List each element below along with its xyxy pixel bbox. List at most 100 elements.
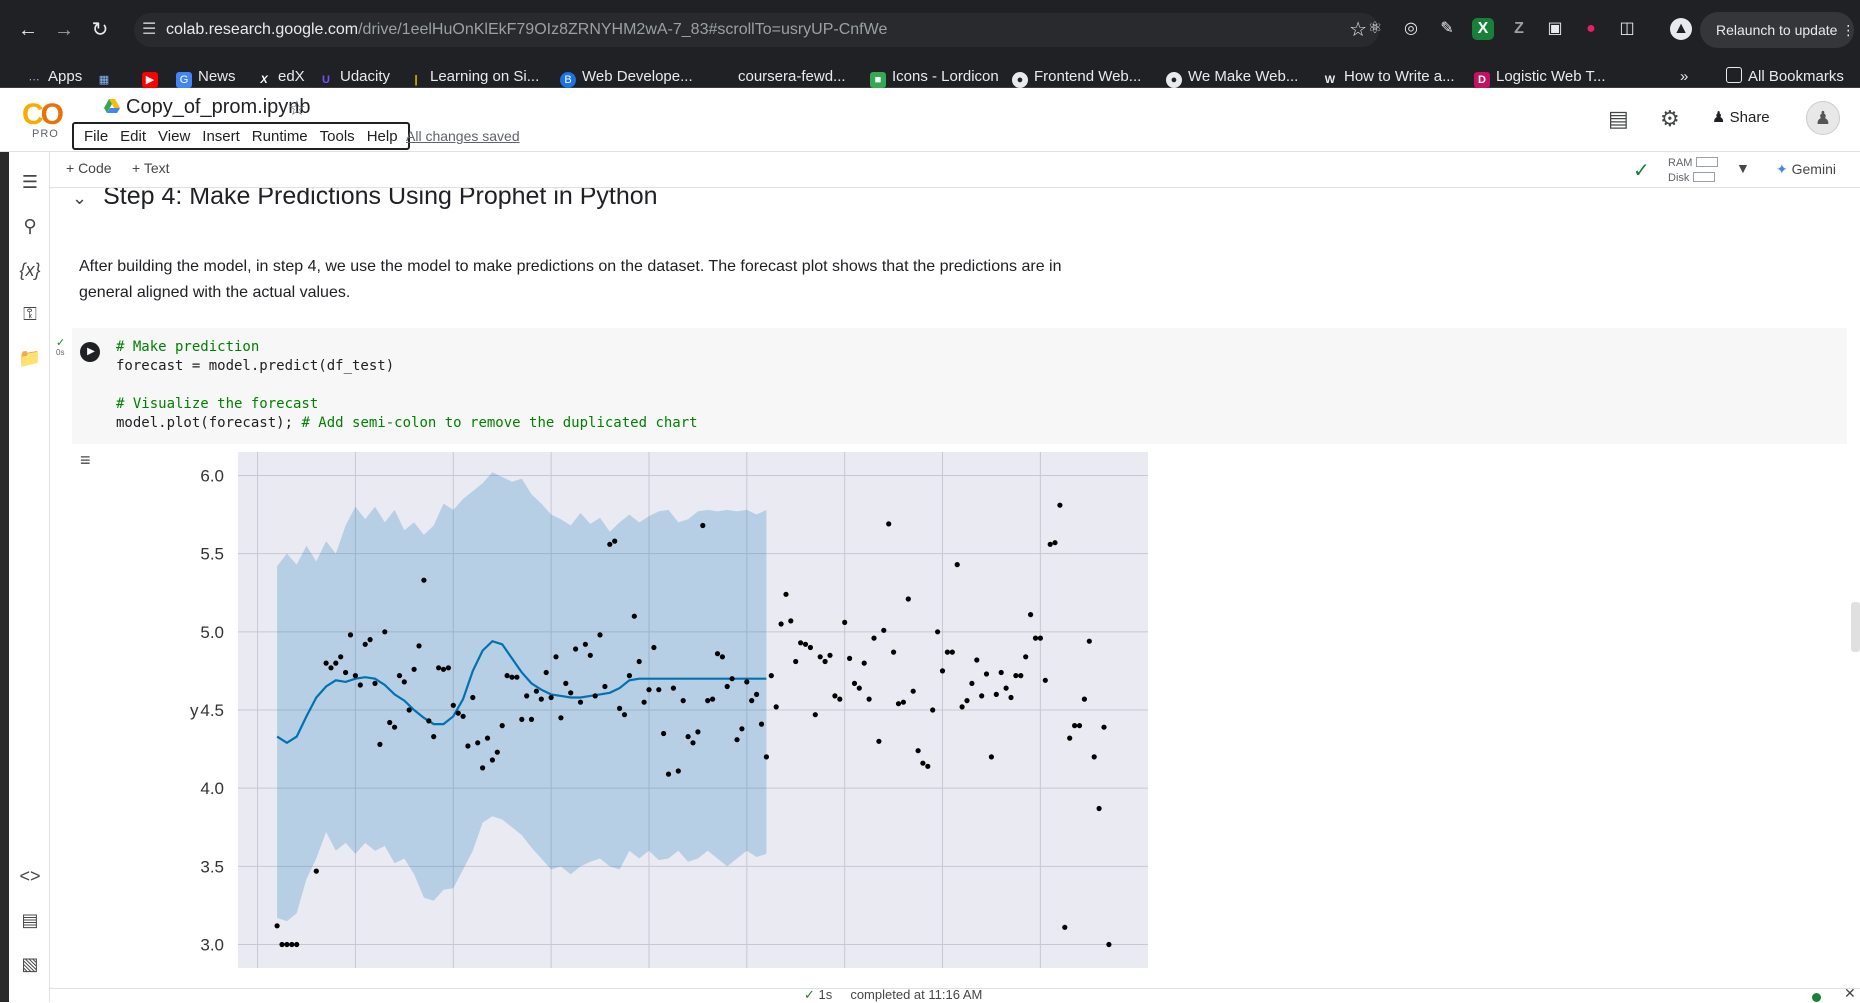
- excel-extension-icon[interactable]: X: [1472, 18, 1494, 40]
- bookmark-grid[interactable]: ▦: [96, 66, 118, 88]
- bookmark-we-make-web[interactable]: ● We Make Web...: [1166, 66, 1298, 88]
- collapse-section-icon[interactable]: ⌄: [72, 188, 87, 208]
- actual-point: [886, 521, 892, 527]
- gemini-button[interactable]: ✦ Gemini: [1776, 161, 1836, 178]
- forecast-plot-svg: 3.0 3.5 4.0 4.5 5.0 5.5 6.0 y: [190, 452, 1148, 968]
- actual-point: [1023, 654, 1029, 660]
- address-bar[interactable]: ☰ colab.research.google.com/drive/1eelHu…: [134, 13, 1379, 47]
- actual-point: [514, 674, 520, 680]
- actual-point: [651, 644, 657, 651]
- eyedropper-icon[interactable]: ✎: [1436, 18, 1458, 40]
- bookmark-apps[interactable]: ⋯ Apps: [26, 66, 83, 88]
- bookmark-edx[interactable]: XedX: [256, 66, 304, 88]
- execution-status[interactable]: ✓ 1s completed at 11:16 AM: [804, 987, 982, 1003]
- puzzle-extensions-icon[interactable]: ◫: [1616, 18, 1638, 40]
- code-editor[interactable]: # Make prediction forecast = model.predic…: [116, 338, 698, 433]
- youtube-icon: ▶: [142, 72, 158, 88]
- resource-monitor[interactable]: RAM Disk: [1668, 156, 1719, 186]
- window-icon[interactable]: ▣: [1544, 18, 1566, 40]
- y-tick-label: 4.0: [200, 779, 224, 798]
- bookmark-lordicon[interactable]: ■ Icons - Lordicon: [870, 66, 999, 88]
- actual-point: [284, 941, 290, 948]
- actual-point: [558, 715, 564, 721]
- back-arrow-icon[interactable]: ←: [14, 16, 42, 44]
- bookmarks-overflow-icon[interactable]: »: [1680, 66, 1688, 88]
- search-icon[interactable]: ⚲: [18, 214, 42, 238]
- y-tick-label: 5.0: [200, 623, 224, 642]
- star-notebook-icon[interactable]: ☆: [288, 96, 306, 121]
- add-code-button[interactable]: + Code: [66, 160, 112, 176]
- variables-icon[interactable]: {x}: [18, 258, 42, 282]
- react-devtools-icon[interactable]: ⚛: [1364, 18, 1386, 40]
- secrets-key-icon[interactable]: ⚿: [18, 302, 42, 326]
- code-cell[interactable]: ✓ 0s ▶ # Make prediction forecast = model…: [56, 328, 1847, 444]
- target-icon[interactable]: ◎: [1400, 18, 1422, 40]
- actual-point: [411, 666, 417, 672]
- menu-file[interactable]: File: [84, 128, 108, 145]
- forward-arrow-icon[interactable]: →: [50, 16, 78, 44]
- menu-insert[interactable]: Insert: [202, 128, 240, 145]
- reload-icon[interactable]: ↻: [86, 16, 114, 44]
- menu-view[interactable]: View: [158, 128, 190, 145]
- relaunch-button[interactable]: Relaunch to update ⋮: [1700, 12, 1855, 48]
- menu-runtime[interactable]: Runtime: [252, 128, 308, 145]
- pink-extension-icon[interactable]: ●: [1580, 18, 1602, 40]
- all-bookmarks[interactable]: All Bookmarks: [1726, 66, 1844, 88]
- bookmark-web-developer[interactable]: B Web Develope...: [560, 66, 693, 88]
- menu-tools[interactable]: Tools: [320, 128, 355, 145]
- actual-point: [827, 652, 833, 658]
- profile-icon[interactable]: ▲: [1670, 18, 1692, 40]
- comments-icon[interactable]: ▤: [1608, 106, 1629, 132]
- code-line: # Visualize the forecast: [116, 396, 319, 412]
- actual-point: [1081, 696, 1087, 702]
- command-palette-icon[interactable]: ▤: [18, 908, 42, 932]
- actual-point: [646, 687, 652, 693]
- section-heading[interactable]: ⌄ Step 4: Make Predictions Using Prophet …: [72, 188, 658, 211]
- actual-point: [607, 541, 613, 547]
- actual-point: [641, 699, 647, 705]
- actual-point: [881, 627, 887, 633]
- code-snippets-icon[interactable]: <>: [18, 864, 42, 888]
- save-status-link[interactable]: All changes saved: [406, 128, 520, 144]
- page-scrollbar[interactable]: [1851, 602, 1860, 652]
- output-actions-icon[interactable]: ≡: [80, 450, 91, 471]
- terminal-icon[interactable]: ▧: [18, 952, 42, 976]
- notebook-title[interactable]: Copy_of_prom.ipynb: [104, 96, 311, 119]
- runtime-dropdown-icon[interactable]: ▼: [1736, 160, 1750, 176]
- z-extension-icon[interactable]: Z: [1508, 18, 1530, 40]
- text-cell[interactable]: After building the model, in step 4, we …: [79, 254, 1119, 306]
- bookmark-frontend-web[interactable]: ● Frontend Web...: [1012, 66, 1141, 88]
- actual-point: [357, 682, 363, 688]
- github-icon: [716, 67, 732, 83]
- actual-point: [749, 698, 755, 704]
- actual-point: [421, 577, 427, 583]
- actual-point: [396, 673, 403, 679]
- settings-gear-icon[interactable]: ⚙: [1660, 106, 1680, 132]
- actual-point: [847, 655, 853, 661]
- run-cell-button[interactable]: ▶: [80, 342, 100, 362]
- close-status-icon[interactable]: ✕: [1844, 985, 1856, 1002]
- add-text-button[interactable]: + Text: [132, 160, 170, 176]
- actual-point: [338, 654, 344, 660]
- actual-point: [788, 618, 794, 624]
- bookmark-how-to-write[interactable]: W How to Write a...: [1322, 66, 1455, 88]
- bookmark-coursera[interactable]: coursera-fewd...: [716, 66, 846, 88]
- grid-icon: ▦: [98, 74, 110, 86]
- bookmark-learning[interactable]: | Learning on Si...: [408, 66, 539, 88]
- table-of-contents-icon[interactable]: ☰: [18, 170, 42, 194]
- share-button[interactable]: ♟ Share: [1712, 108, 1770, 126]
- bookmark-youtube[interactable]: ▶: [142, 66, 164, 88]
- bookmark-udacity[interactable]: U Udacity: [318, 66, 390, 88]
- bookmark-logistic-web[interactable]: D Logistic Web T...: [1474, 66, 1606, 88]
- user-avatar[interactable]: ♟: [1806, 101, 1840, 135]
- actual-point: [343, 669, 349, 676]
- url-text[interactable]: colab.research.google.com/drive/1eelHuOn…: [166, 21, 887, 39]
- menu-help[interactable]: Help: [367, 128, 398, 145]
- apps-grid-icon: ⋯: [28, 74, 40, 86]
- menu-edit[interactable]: Edit: [120, 128, 146, 145]
- files-folder-icon[interactable]: 📁: [18, 346, 42, 370]
- bookmark-news[interactable]: G News: [176, 66, 236, 88]
- actual-point: [274, 923, 280, 929]
- colab-logo[interactable]: CO: [22, 98, 64, 132]
- site-settings-icon[interactable]: ☰: [142, 19, 156, 39]
